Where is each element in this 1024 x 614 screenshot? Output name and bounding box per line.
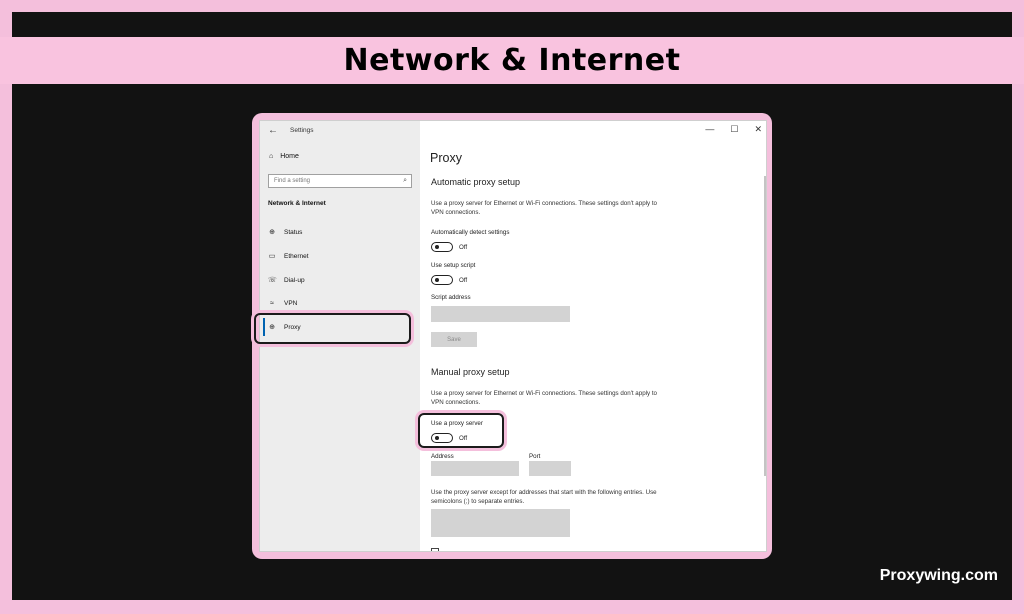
local-addresses-checkbox[interactable]	[431, 548, 439, 551]
proxy-highlight	[254, 313, 411, 344]
manual-proxy-heading: Manual proxy setup	[431, 367, 510, 377]
sidebar-item-label: Ethernet	[284, 252, 309, 260]
status-icon: ⊕	[269, 229, 275, 236]
address-label: Address	[431, 453, 454, 460]
automatic-proxy-description: Use a proxy server for Ethernet or Wi-Fi…	[431, 200, 657, 216]
auto-detect-toggle[interactable]	[431, 242, 453, 252]
search-icon: ⌕	[403, 177, 407, 184]
close-icon[interactable]: ✕	[754, 124, 762, 135]
setup-script-label: Use setup script	[431, 262, 476, 269]
ethernet-icon: ▭	[268, 253, 276, 260]
home-icon: ⌂	[269, 153, 274, 160]
scrollbar[interactable]	[764, 176, 766, 476]
window-title: Settings	[290, 127, 314, 134]
sidebar-item-label: Status	[284, 228, 303, 236]
script-address-input[interactable]	[431, 306, 570, 322]
sidebar-home[interactable]: ⌂ Home	[269, 153, 299, 160]
setup-script-toggle[interactable]	[431, 275, 453, 285]
manual-proxy-description: Use a proxy server for Ethernet or Wi-Fi…	[431, 390, 657, 406]
automatic-proxy-heading: Automatic proxy setup	[431, 177, 521, 187]
banner-title: Network & Internet	[343, 43, 681, 78]
page-title: Proxy	[430, 151, 462, 165]
title-banner: Network & Internet	[0, 37, 1024, 84]
minimize-icon[interactable]: —	[705, 124, 714, 135]
use-proxy-highlight	[418, 413, 504, 448]
sidebar-item-vpn[interactable]: ≈ VPN	[268, 300, 297, 307]
search-input[interactable]: Find a setting ⌕	[268, 174, 412, 188]
setup-script-state: Off	[459, 277, 468, 284]
search-placeholder: Find a setting	[274, 178, 311, 184]
sidebar-item-status[interactable]: ⊕ Status	[268, 228, 303, 237]
section-label: Network & Internet	[268, 200, 326, 207]
exceptions-input[interactable]	[431, 509, 570, 537]
window-controls: — ☐ ✕	[705, 124, 762, 135]
sidebar-item-label: Dial-up	[284, 276, 305, 284]
port-label: Port	[529, 453, 541, 460]
auto-detect-label: Automatically detect settings	[431, 229, 510, 236]
maximize-icon[interactable]: ☐	[730, 124, 738, 135]
save-button[interactable]: Save	[431, 332, 477, 347]
port-input[interactable]	[529, 461, 571, 476]
home-label: Home	[280, 153, 299, 160]
vpn-icon: ≈	[270, 300, 274, 307]
script-address-label: Script address	[431, 294, 471, 301]
back-arrow-icon[interactable]: ←	[268, 125, 278, 136]
toggle-knob	[435, 278, 439, 282]
sidebar-item-label: VPN	[284, 300, 298, 307]
content-pane: — ☐ ✕ Proxy Automatic proxy setup Use a …	[420, 121, 766, 551]
sidebar-item-dialup[interactable]: ☏ Dial-up	[268, 276, 305, 285]
auto-detect-state: Off	[459, 244, 468, 251]
address-input[interactable]	[431, 461, 519, 476]
footer-brand: Proxywing.com	[879, 567, 998, 584]
toggle-knob	[435, 245, 439, 249]
dialup-icon: ☏	[268, 277, 277, 284]
exceptions-description: Use the proxy server except for addresse…	[431, 489, 657, 505]
sidebar-item-ethernet[interactable]: ▭ Ethernet	[268, 252, 309, 261]
